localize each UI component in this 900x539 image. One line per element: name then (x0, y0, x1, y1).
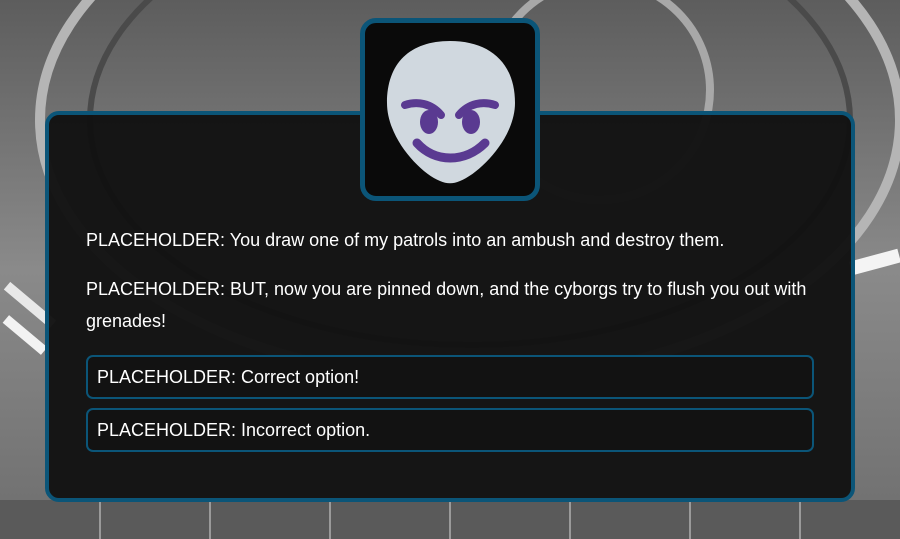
dialog-line: PLACEHOLDER: BUT, now you are pinned dow… (86, 279, 807, 331)
game-screen: PLACEHOLDER: You draw one of my patrols … (0, 0, 900, 539)
character-portrait (360, 18, 540, 201)
smiling-face-with-horns-icon (387, 41, 515, 184)
choice-option-correct[interactable]: PLACEHOLDER: Correct option! (86, 355, 814, 399)
choice-option-incorrect[interactable]: PLACEHOLDER: Incorrect option. (86, 408, 814, 452)
dialog-line: PLACEHOLDER: You draw one of my patrols … (86, 230, 725, 250)
